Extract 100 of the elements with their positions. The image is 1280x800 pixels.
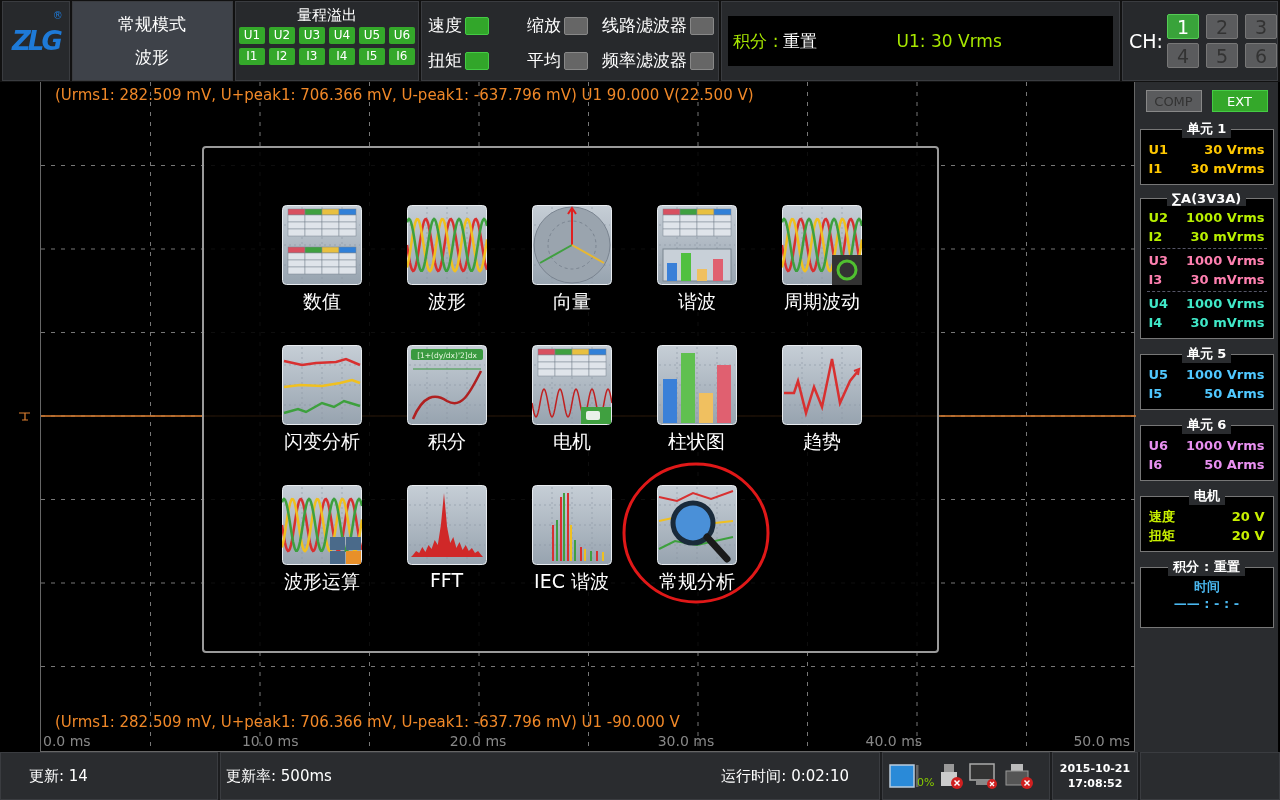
axis-tick-label: 40.0 ms	[865, 733, 923, 749]
toggle-indicator[interactable]	[563, 51, 588, 70]
channel-name: I3	[1148, 271, 1163, 289]
measurement-readout: (Urms1: 282.509 mV, U+peak1: 706.366 mV, U-peak1: -637.796 mV) U1 -90.000 V	[55, 713, 680, 731]
toggle-indicator[interactable]	[563, 16, 588, 35]
channel-name: I2	[1148, 228, 1163, 246]
toggle-indicator[interactable]	[464, 51, 489, 70]
overflow-indicator: I6	[388, 48, 415, 65]
menu-item[interactable]: 波形运算	[281, 485, 362, 597]
channel-value: 30 mVrms	[1190, 228, 1265, 246]
menu-item[interactable]: 闪变分析	[281, 345, 362, 457]
channel-name: I5	[1148, 385, 1163, 403]
overflow-indicator: U6	[388, 27, 415, 44]
overflow-indicator: I4	[328, 48, 355, 65]
toggle-indicator[interactable]	[689, 51, 714, 70]
channel-name: U6	[1148, 437, 1169, 455]
overflow-indicator: U4	[328, 27, 355, 44]
menu-item[interactable]: 趋势	[781, 345, 862, 457]
axis-tick-label: 10.0 ms	[241, 733, 299, 749]
overflow-indicator: I2	[268, 48, 295, 65]
toggle-indicator[interactable]	[464, 16, 489, 35]
toggle-label: 平均	[526, 49, 561, 72]
menu-item[interactable]: 柱状图	[656, 345, 737, 457]
harmonic-bars-icon	[531, 485, 612, 565]
usage-percent: 0%	[917, 776, 935, 789]
axis-tick-label: 30.0 ms	[657, 733, 715, 749]
usb-disconnected-icon	[938, 762, 965, 790]
menu-item[interactable]: FFT	[406, 485, 487, 597]
registered-mark: ®	[52, 10, 63, 21]
panel-title: ∑A(3V3A)	[1166, 191, 1247, 206]
overflow-indicator: I3	[298, 48, 325, 65]
measurement-readout: (Urms1: 282.509 mV, U+peak1: 706.366 mV, U-peak1: -637.796 mV) U1 90.000 V(22.500 V)	[55, 86, 754, 104]
mode-label: 常规模式	[118, 13, 187, 36]
channel-label: CH:	[1129, 30, 1163, 52]
table-icon	[281, 205, 362, 285]
channel-value: 1000 Vrms	[1186, 366, 1265, 384]
wave-calculator-icon	[281, 485, 362, 565]
timer-label: 时间	[1193, 578, 1220, 596]
channel-name: U3	[1148, 252, 1169, 270]
integral-label: 积分 :	[733, 29, 779, 53]
toggle-indicator[interactable]	[689, 16, 714, 35]
channel-name: 速度	[1148, 508, 1175, 526]
spectrum-icon	[406, 485, 487, 565]
channel-value: 30 Vrms	[1204, 141, 1265, 159]
menu-item[interactable]: 向量	[531, 205, 612, 317]
channel-name: U1	[1148, 141, 1169, 159]
channel-value: 50 Arms	[1204, 385, 1265, 403]
menu-item[interactable]: 数值	[281, 205, 362, 317]
toggle-label: 速度	[427, 14, 462, 37]
panel-title: 单元 5	[1181, 345, 1232, 363]
storage-gauge-icon	[889, 762, 919, 790]
overflow-indicator: U5	[358, 27, 385, 44]
channel-value: 1000 Vrms	[1186, 209, 1265, 227]
overflow-indicator: I5	[358, 48, 385, 65]
vector-diagram-icon	[531, 205, 612, 285]
channel-name: 扭矩	[1148, 527, 1175, 545]
range-reading: U1: 30 Vrms	[896, 31, 1002, 51]
channel-name: U4	[1148, 295, 1169, 313]
update-count: 更新: 14	[29, 766, 88, 786]
update-rate: 更新率: 500ms	[226, 766, 332, 786]
axis-tick-label: 0.0 ms	[43, 733, 91, 749]
channel-value: 50 Arms	[1204, 456, 1265, 474]
channel-value: 1000 Vrms	[1186, 295, 1265, 313]
toggle-label: 频率滤波器	[601, 49, 687, 72]
channel-value: 1000 Vrms	[1186, 437, 1265, 455]
date-label: 2015-10-21	[1059, 762, 1131, 775]
channel-name: I4	[1148, 314, 1163, 332]
channel-value: 20 V	[1231, 527, 1265, 545]
menu-item[interactable]: 波形	[406, 205, 487, 317]
menu-item[interactable]: 周期波动	[781, 205, 862, 317]
runtime-value: 0:02:10	[791, 766, 849, 785]
menu-item[interactable]: 谐波	[656, 205, 737, 317]
timer-value: —— : - : -	[1173, 596, 1240, 611]
channel-name: I1	[1148, 160, 1163, 178]
channel-value: 30 mVrms	[1190, 271, 1265, 289]
view-label: 波形	[135, 46, 170, 69]
panel-title: 电机	[1188, 487, 1225, 505]
overflow-indicator: I1	[238, 48, 265, 65]
menu-item[interactable]: IEC 谐波	[531, 485, 612, 597]
channel-name: I6	[1148, 456, 1163, 474]
ground-marker-icon	[19, 412, 31, 422]
toggle-label: 缩放	[526, 14, 561, 37]
bar-chart-icon	[656, 345, 737, 425]
channel-value: 30 mVrms	[1190, 314, 1265, 332]
overflow-indicator: U1	[238, 27, 265, 44]
table-bar-chart-icon	[656, 205, 737, 285]
menu-item[interactable]: 电机	[531, 345, 612, 457]
wave-cycle-icon	[781, 205, 862, 285]
logo: ZLG	[12, 26, 60, 56]
toggle-label: 线路滤波器	[601, 14, 687, 37]
overflow-indicator: U3	[298, 27, 325, 44]
toggle-label: 扭矩	[427, 49, 462, 72]
runtime-label: 运行时间:	[721, 766, 787, 785]
time-label: 17:08:52	[1067, 777, 1123, 790]
sine-wave-icon	[406, 205, 487, 285]
overflow-title: 量程溢出	[296, 6, 357, 24]
motor-table-icon	[531, 345, 612, 425]
panel-title: 积分 : 重置	[1168, 558, 1245, 576]
printer-disconnected-icon	[1004, 762, 1035, 790]
panel-title: 单元 6	[1181, 416, 1232, 434]
